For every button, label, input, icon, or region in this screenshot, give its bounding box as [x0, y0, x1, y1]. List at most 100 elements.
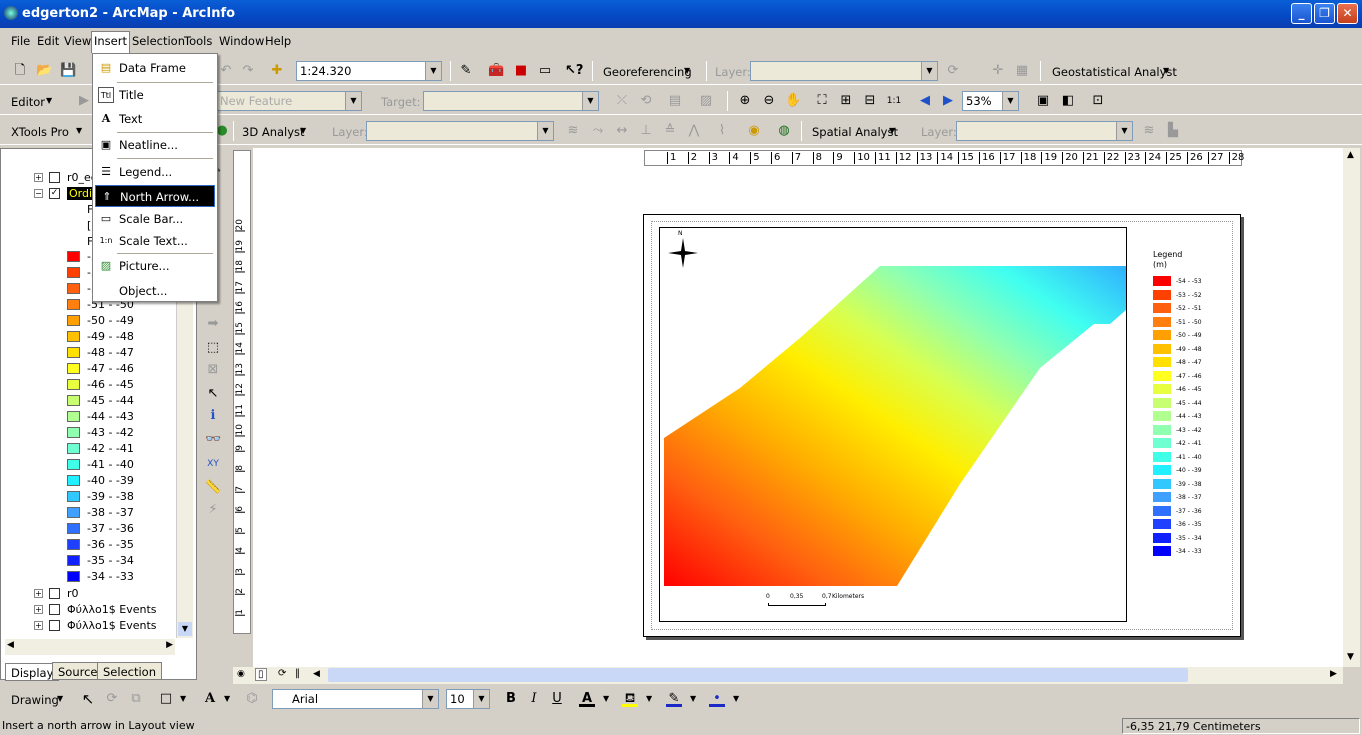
- rotate-element-icon[interactable]: ⟳: [104, 691, 120, 707]
- profile-graph-icon[interactable]: ⌇: [714, 123, 730, 139]
- arcglobe-icon[interactable]: ◍: [776, 123, 792, 139]
- shape-dropdown-icon[interactable]: ▼: [180, 694, 186, 703]
- map-legend[interactable]: Legend (m) -54 - -53 -53 - -52 -52 - -51 -5…: [1153, 250, 1223, 559]
- xtools-dropdown-icon[interactable]: ▼: [76, 126, 82, 135]
- editor-toolbar-icon[interactable]: ✎: [458, 63, 474, 79]
- class-swatch[interactable]: [67, 475, 80, 486]
- layout-view-icon[interactable]: ▯: [255, 668, 267, 681]
- italic-icon[interactable]: I: [526, 691, 542, 707]
- focus-data-frame-icon[interactable]: ◧: [1060, 93, 1076, 109]
- underline-icon[interactable]: U: [549, 691, 565, 707]
- layout-vertical-scrollbar[interactable]: ▲ ▼: [1343, 148, 1360, 667]
- arcscene-icon[interactable]: ◉: [746, 123, 762, 139]
- interpolate-line-icon[interactable]: ≙: [662, 123, 678, 139]
- class-swatch[interactable]: [67, 411, 80, 422]
- class-swatch[interactable]: [67, 331, 80, 342]
- font-color-dropdown-icon[interactable]: ▼: [603, 694, 609, 703]
- class-swatch[interactable]: [67, 507, 80, 518]
- contour-icon[interactable]: ≋: [565, 123, 581, 139]
- class-swatch[interactable]: [67, 571, 80, 582]
- bold-icon[interactable]: B: [503, 691, 519, 707]
- menu-item-object[interactable]: Object...: [95, 280, 215, 302]
- menu-item-legend[interactable]: ☰ Legend...: [95, 161, 215, 183]
- menu-tools[interactable]: Tools: [184, 34, 212, 48]
- class-swatch[interactable]: [67, 491, 80, 502]
- pan-page-icon[interactable]: ✋: [785, 93, 801, 109]
- class-swatch[interactable]: [67, 555, 80, 566]
- editor-dropdown-icon[interactable]: ▼: [46, 96, 52, 105]
- layer-checkbox[interactable]: [49, 172, 60, 183]
- open-folder-icon[interactable]: 📂: [36, 63, 52, 79]
- menu-insert[interactable]: Insert: [91, 31, 130, 53]
- menu-item-scale-bar[interactable]: ▭ Scale Bar...: [95, 208, 215, 230]
- class-swatch[interactable]: [67, 443, 80, 454]
- georeferencing-menu[interactable]: Georeferencing: [603, 65, 692, 79]
- menu-item-picture[interactable]: ▨ Picture...: [95, 255, 215, 277]
- scroll-right-icon[interactable]: ▶: [1330, 669, 1337, 679]
- task-combo[interactable]: New Feature ▼: [216, 91, 362, 111]
- clear-selection-icon[interactable]: ⊠: [205, 362, 221, 378]
- refresh-icon[interactable]: ⟳: [278, 668, 286, 679]
- class-swatch[interactable]: [67, 459, 80, 470]
- 3d-analyst-menu[interactable]: 3D Analyst: [242, 125, 305, 139]
- scale-bar[interactable]: 0 0,35 0,7 Kilometers: [766, 593, 946, 613]
- zoom-whole-page-icon[interactable]: ⛶: [814, 93, 830, 109]
- rectangle-icon[interactable]: □: [158, 691, 174, 707]
- spatial-contour-icon[interactable]: ≋: [1141, 123, 1157, 139]
- expand-icon[interactable]: +: [34, 173, 43, 182]
- redo-icon[interactable]: ↷: [240, 63, 256, 79]
- toc-horizontal-scrollbar[interactable]: ◀ ▶: [5, 639, 175, 655]
- arctoolbox-icon[interactable]: 🧰: [488, 63, 504, 79]
- close-button[interactable]: ✕: [1337, 3, 1358, 24]
- next-extent-icon[interactable]: ▶: [940, 93, 956, 109]
- font-color-icon[interactable]: A: [579, 691, 595, 707]
- zoom-out-page-icon[interactable]: ⊖: [761, 93, 777, 109]
- fill-color-icon[interactable]: ⛾: [622, 691, 638, 707]
- data-view-icon[interactable]: ◉: [237, 669, 245, 679]
- north-arrow[interactable]: N: [668, 230, 698, 268]
- rotate-icon[interactable]: ⟳: [945, 63, 961, 79]
- add-data-icon[interactable]: ✚: [269, 63, 285, 79]
- menu-selection[interactable]: Selection: [132, 34, 185, 48]
- minimize-button[interactable]: _: [1291, 3, 1312, 24]
- geostatistical-analyst-menu[interactable]: Geostatistical Analyst: [1052, 65, 1177, 79]
- layout-horizontal-scrollbar[interactable]: ◉ ▯ ⟳ ‖ ◀ ▶: [233, 667, 1343, 684]
- class-swatch[interactable]: [67, 267, 80, 278]
- zoom-in-page-icon[interactable]: ⊕: [737, 93, 753, 109]
- class-swatch[interactable]: [67, 523, 80, 534]
- fixed-zoom-in-icon[interactable]: ⊞: [838, 93, 854, 109]
- xtools-pro-menu[interactable]: XTools Pro: [11, 125, 69, 139]
- data-frame[interactable]: N 0 0,35 0,7 Kilometers: [659, 227, 1127, 622]
- interpolate-point-icon[interactable]: ⊥: [638, 123, 654, 139]
- line-color-icon[interactable]: ✎: [666, 691, 682, 707]
- geostat-dropdown-icon[interactable]: ▼: [1163, 66, 1169, 75]
- link-table-icon[interactable]: ▦: [1014, 63, 1030, 79]
- measure-icon[interactable]: 📏: [205, 480, 221, 496]
- fixed-zoom-out-icon[interactable]: ⊟: [862, 93, 878, 109]
- menu-view[interactable]: View: [64, 34, 91, 48]
- undo-icon[interactable]: ↶: [218, 63, 234, 79]
- select-elements-icon[interactable]: ↖: [205, 386, 221, 402]
- previous-extent-icon[interactable]: ◀: [917, 93, 933, 109]
- new-document-icon[interactable]: 🗋: [12, 63, 28, 79]
- layer-checkbox[interactable]: [49, 604, 60, 615]
- steepest-path-icon[interactable]: ⤳: [590, 123, 606, 139]
- split-tool-icon[interactable]: ⤫: [614, 93, 630, 109]
- editor-menu[interactable]: Editor: [11, 95, 45, 109]
- expand-icon[interactable]: +: [34, 621, 43, 630]
- edit-tool-icon[interactable]: ▶: [76, 93, 92, 109]
- arctoolbox-red-icon[interactable]: ■: [513, 63, 529, 79]
- command-line-icon[interactable]: ▭: [537, 63, 553, 79]
- layer-name[interactable]: Φύλλο1$ Events: [67, 603, 157, 616]
- class-swatch[interactable]: [67, 251, 80, 262]
- target-combo[interactable]: ▼: [423, 91, 599, 111]
- zoom-to-selected-icon[interactable]: ⧉: [128, 691, 144, 707]
- menu-item-north-arrow[interactable]: ⇑ North Arrow...: [95, 185, 215, 207]
- layer-name[interactable]: Φύλλο1$ Events: [67, 619, 157, 632]
- menu-item-neatline[interactable]: ▣ Neatline...: [95, 134, 215, 156]
- tab-source[interactable]: Source: [52, 662, 104, 680]
- histogram-icon[interactable]: ▙: [1165, 123, 1181, 139]
- class-swatch[interactable]: [67, 395, 80, 406]
- menu-edit[interactable]: Edit: [37, 34, 59, 48]
- spatial-analyst-dropdown-icon[interactable]: ▼: [889, 126, 895, 135]
